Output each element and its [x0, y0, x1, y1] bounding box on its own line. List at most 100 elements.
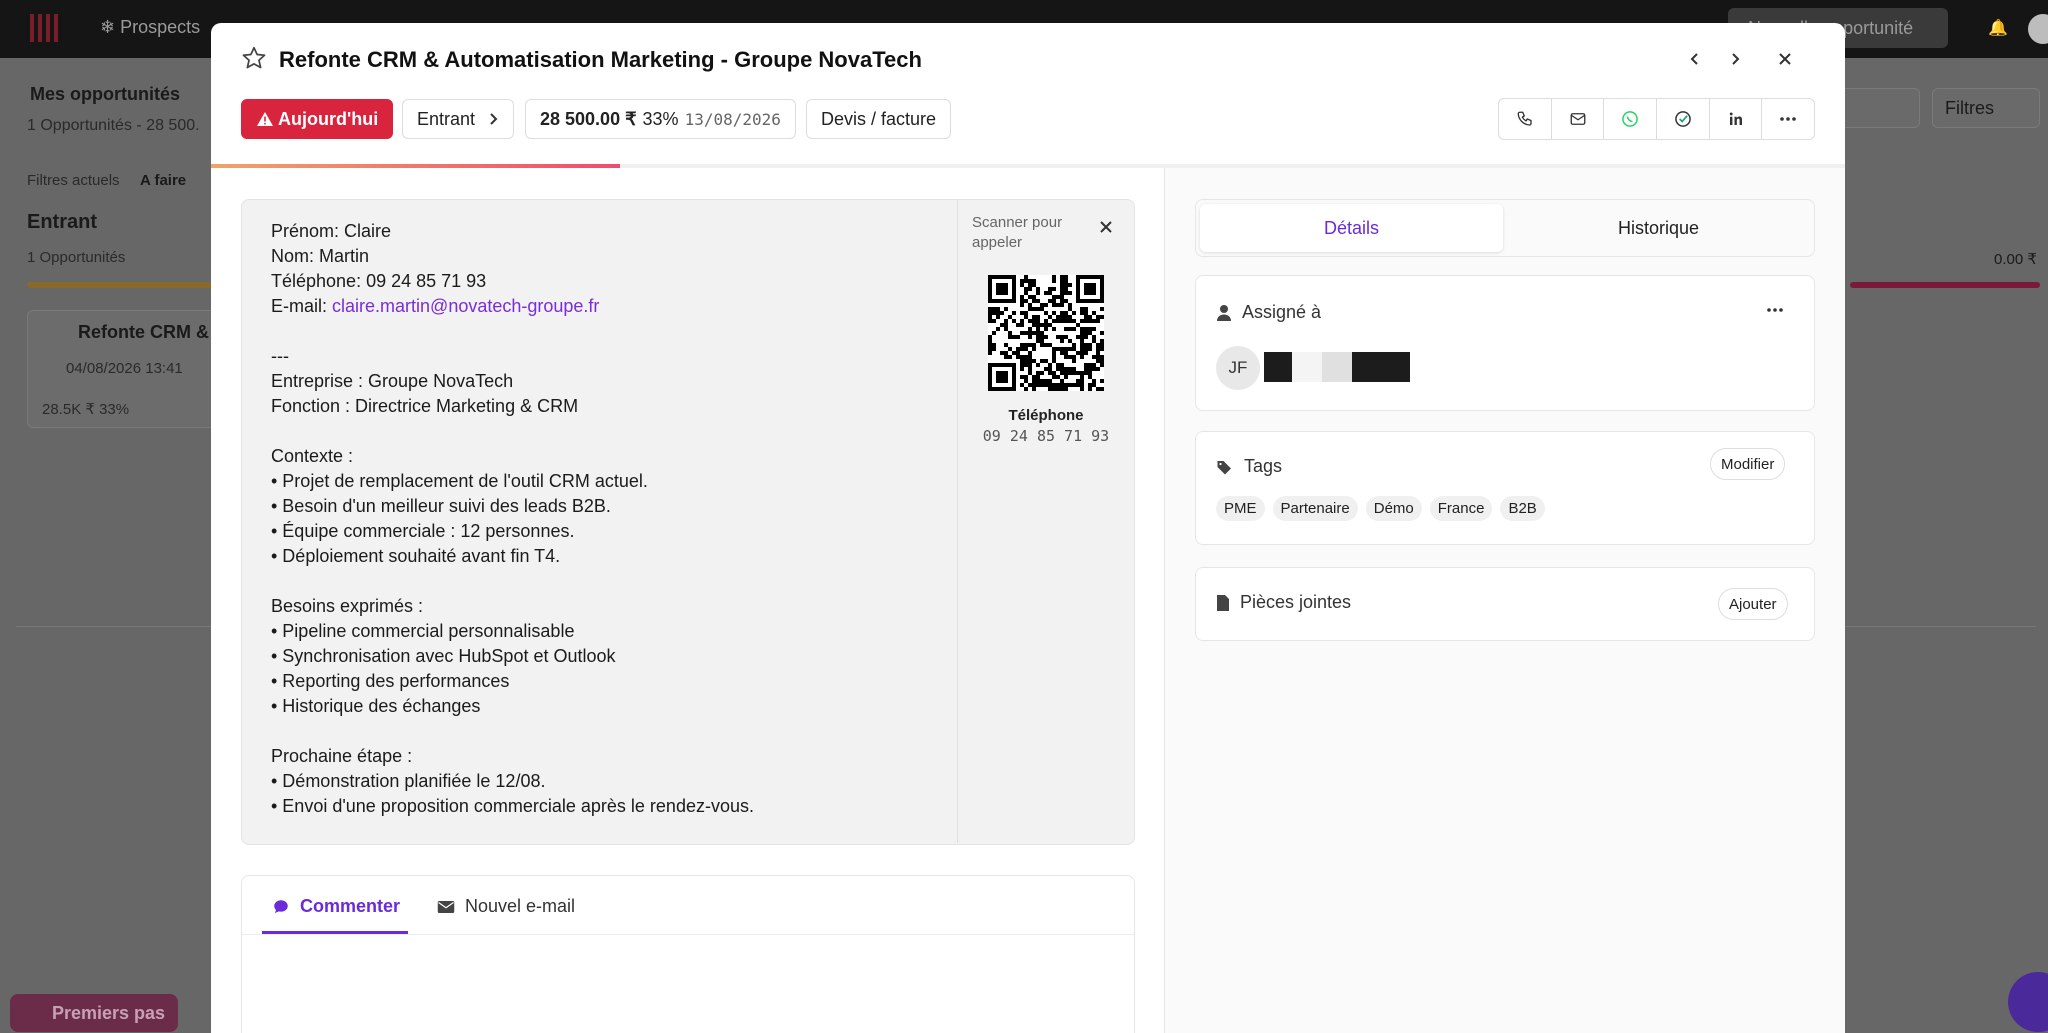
qr-module	[1036, 287, 1040, 291]
qr-module	[1032, 383, 1036, 387]
qr-module	[1092, 327, 1096, 331]
column-progress-bar	[27, 282, 217, 288]
qr-module	[1080, 343, 1084, 347]
tab-history[interactable]: Historique	[1507, 204, 1810, 252]
qr-module	[1052, 383, 1056, 387]
qr-module	[996, 327, 1000, 331]
qr-module	[1032, 331, 1036, 335]
quote-invoice-button[interactable]: Devis / facture	[806, 99, 952, 139]
more-icon[interactable]	[1766, 300, 1784, 318]
qr-module	[1044, 319, 1048, 323]
qr-module	[1052, 319, 1056, 323]
note-content: Prénom: Claire Nom: Martin Téléphone: 09 2…	[241, 199, 1135, 845]
tag-chip[interactable]: Partenaire	[1272, 496, 1358, 521]
qr-module	[1084, 367, 1088, 371]
phone-icon[interactable]	[1499, 99, 1552, 139]
note-line	[271, 569, 931, 594]
qr-module	[1052, 303, 1056, 307]
task-check-icon[interactable]	[1657, 99, 1710, 139]
qr-module	[1056, 363, 1060, 367]
qr-module	[1064, 275, 1068, 279]
qr-module	[1040, 303, 1044, 307]
qr-module	[1064, 327, 1068, 331]
composer-divider	[242, 934, 1134, 935]
qr-module	[1016, 323, 1020, 327]
assignee-avatar[interactable]: JF	[1216, 346, 1260, 390]
qr-module	[1060, 315, 1064, 319]
qr-module	[1012, 335, 1016, 339]
qr-module	[1052, 387, 1056, 391]
qr-module	[1060, 287, 1064, 291]
qr-module	[1068, 339, 1072, 343]
bell-icon[interactable]: 🔔	[1988, 18, 2008, 37]
nav-prospects[interactable]: ❄ Prospects	[100, 17, 200, 38]
filters-button[interactable]: Filtres	[1932, 88, 2040, 128]
qr-code	[988, 275, 1104, 391]
qr-module	[1036, 383, 1040, 387]
whatsapp-icon[interactable]	[1604, 99, 1658, 139]
qr-module	[1080, 339, 1084, 343]
qr-module	[1012, 311, 1016, 315]
tag-chip[interactable]: Démo	[1365, 496, 1422, 521]
qr-module	[1080, 387, 1084, 391]
qr-module	[1068, 355, 1072, 359]
tab-details[interactable]: Détails	[1200, 204, 1503, 252]
filter-chip-a-faire[interactable]: A faire	[140, 172, 186, 189]
close-icon[interactable]	[1771, 45, 1799, 73]
next-arrow-icon[interactable]	[1721, 45, 1749, 73]
qr-module	[996, 283, 1008, 295]
qr-module	[1044, 359, 1048, 363]
email-link[interactable]: claire.martin@novatech-groupe.fr	[332, 296, 599, 316]
qr-module	[1068, 347, 1072, 351]
qr-module	[1092, 379, 1096, 383]
qr-module	[1028, 287, 1032, 291]
due-badge[interactable]: Aujourd'hui	[241, 99, 394, 139]
amount: 28 500.00 ₹	[540, 108, 637, 129]
linkedin-icon[interactable]	[1710, 99, 1763, 139]
qr-module	[1028, 367, 1032, 371]
qr-module	[1032, 359, 1036, 363]
qr-module	[1044, 343, 1048, 347]
qr-module	[1080, 319, 1084, 323]
tab-comment[interactable]: Commenter	[272, 896, 400, 917]
qr-module	[1032, 319, 1036, 323]
qr-module	[1064, 283, 1068, 287]
qr-module	[1068, 283, 1072, 287]
deal-value[interactable]: 28 500.00 ₹ 33% 13/08/2026	[525, 99, 796, 139]
qr-module	[1024, 287, 1028, 291]
tag-chip[interactable]: France	[1429, 496, 1493, 521]
premiers-pas-button[interactable]: Premiers pas	[10, 994, 178, 1032]
qr-module	[1092, 319, 1096, 323]
qr-module	[1024, 291, 1028, 295]
qr-module	[1088, 343, 1092, 347]
qr-module	[1088, 367, 1092, 371]
tab-new-email[interactable]: Nouvel e-mail	[437, 896, 575, 917]
close-date: 13/08/2026	[684, 109, 781, 129]
more-icon[interactable]	[1762, 99, 1814, 139]
star-icon[interactable]	[241, 45, 267, 71]
qr-module	[1064, 355, 1068, 359]
qr-module	[1092, 363, 1096, 367]
edit-tags-button[interactable]: Modifier	[1710, 448, 1786, 480]
stage-selector[interactable]: Entrant	[402, 99, 515, 139]
qr-module	[1064, 319, 1068, 323]
note-line: • Reporting des performances	[271, 671, 510, 691]
column-progress-bar-right	[1850, 282, 2040, 288]
qr-module	[1072, 311, 1076, 315]
qr-module	[1036, 331, 1040, 335]
close-qr-icon[interactable]	[1098, 219, 1118, 239]
previous-arrow-icon[interactable]	[1681, 45, 1709, 73]
qr-module	[1064, 299, 1068, 303]
assigned-header: Assigné à	[1216, 302, 1321, 323]
qr-module	[1056, 387, 1060, 391]
mail-icon[interactable]	[1552, 99, 1605, 139]
tag-chip[interactable]: B2B	[1500, 496, 1545, 521]
tag-chip[interactable]: PME	[1216, 496, 1265, 521]
qr-module	[1032, 307, 1036, 311]
add-attachment-button[interactable]: Ajouter	[1718, 588, 1788, 620]
qr-module	[1084, 351, 1088, 355]
qr-module	[1056, 315, 1060, 319]
qr-module	[1068, 307, 1072, 311]
card-title: Refonte CRM & A	[78, 322, 227, 342]
qr-module	[1008, 335, 1012, 339]
